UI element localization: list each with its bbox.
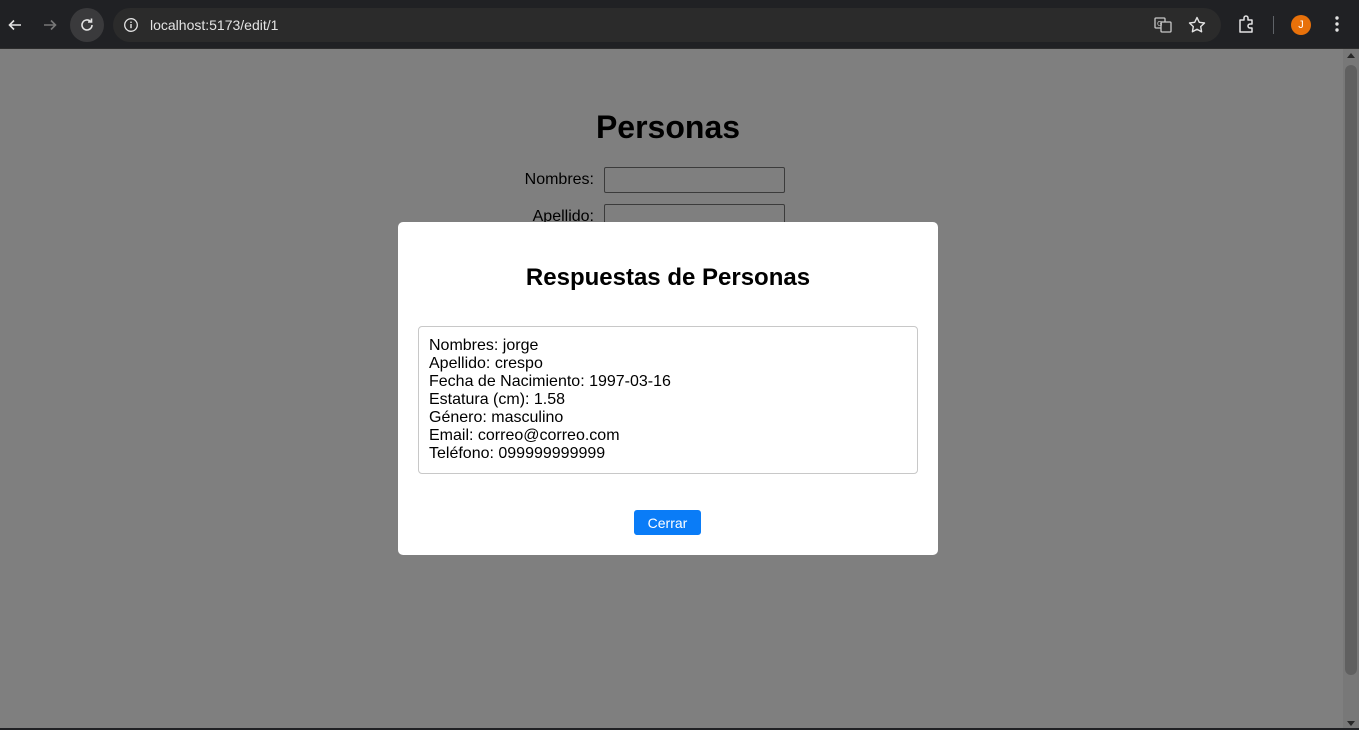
svg-text:G: G — [1157, 20, 1162, 28]
scrollbar-dim — [1343, 49, 1359, 730]
browser-toolbar: localhost:5173/edit/1 G J — [0, 0, 1359, 49]
result-telefono: Teléfono: 099999999999 — [429, 445, 606, 462]
forward-button[interactable] — [33, 8, 67, 42]
close-button[interactable]: Cerrar — [634, 510, 701, 535]
bookmark-star-icon[interactable] — [1187, 15, 1207, 40]
result-email: Email: correo@correo.com — [429, 427, 620, 444]
result-nombres: Nombres: jorge — [429, 337, 539, 354]
reload-button[interactable] — [70, 8, 104, 42]
site-info-icon[interactable] — [122, 16, 140, 34]
results-modal: Respuestas de Personas Nombres: jorge Ap… — [398, 222, 938, 555]
result-apellido: Apellido: crespo — [429, 355, 543, 372]
forward-arrow-icon — [44, 19, 57, 31]
address-bar[interactable]: localhost:5173/edit/1 G — [113, 8, 1221, 42]
reload-icon — [81, 18, 93, 31]
toolbar-divider — [1273, 16, 1274, 34]
results-box: Nombres: jorge Apellido: crespo Fecha de… — [418, 326, 918, 474]
result-estatura: Estatura (cm): 1.58 — [429, 391, 566, 408]
more-menu-icon[interactable] — [1330, 14, 1344, 39]
profile-avatar[interactable]: J — [1291, 15, 1311, 35]
result-genero: Género: masculino — [429, 409, 564, 426]
extensions-icon[interactable] — [1236, 13, 1258, 40]
result-fecha-nacimiento: Fecha de Nacimiento: 1997-03-16 — [429, 373, 671, 390]
back-button[interactable] — [0, 8, 32, 42]
modal-title: Respuestas de Personas — [525, 264, 811, 291]
translate-icon[interactable]: G — [1153, 15, 1173, 40]
url-text[interactable]: localhost:5173/edit/1 — [150, 17, 278, 33]
back-arrow-icon — [8, 19, 21, 31]
